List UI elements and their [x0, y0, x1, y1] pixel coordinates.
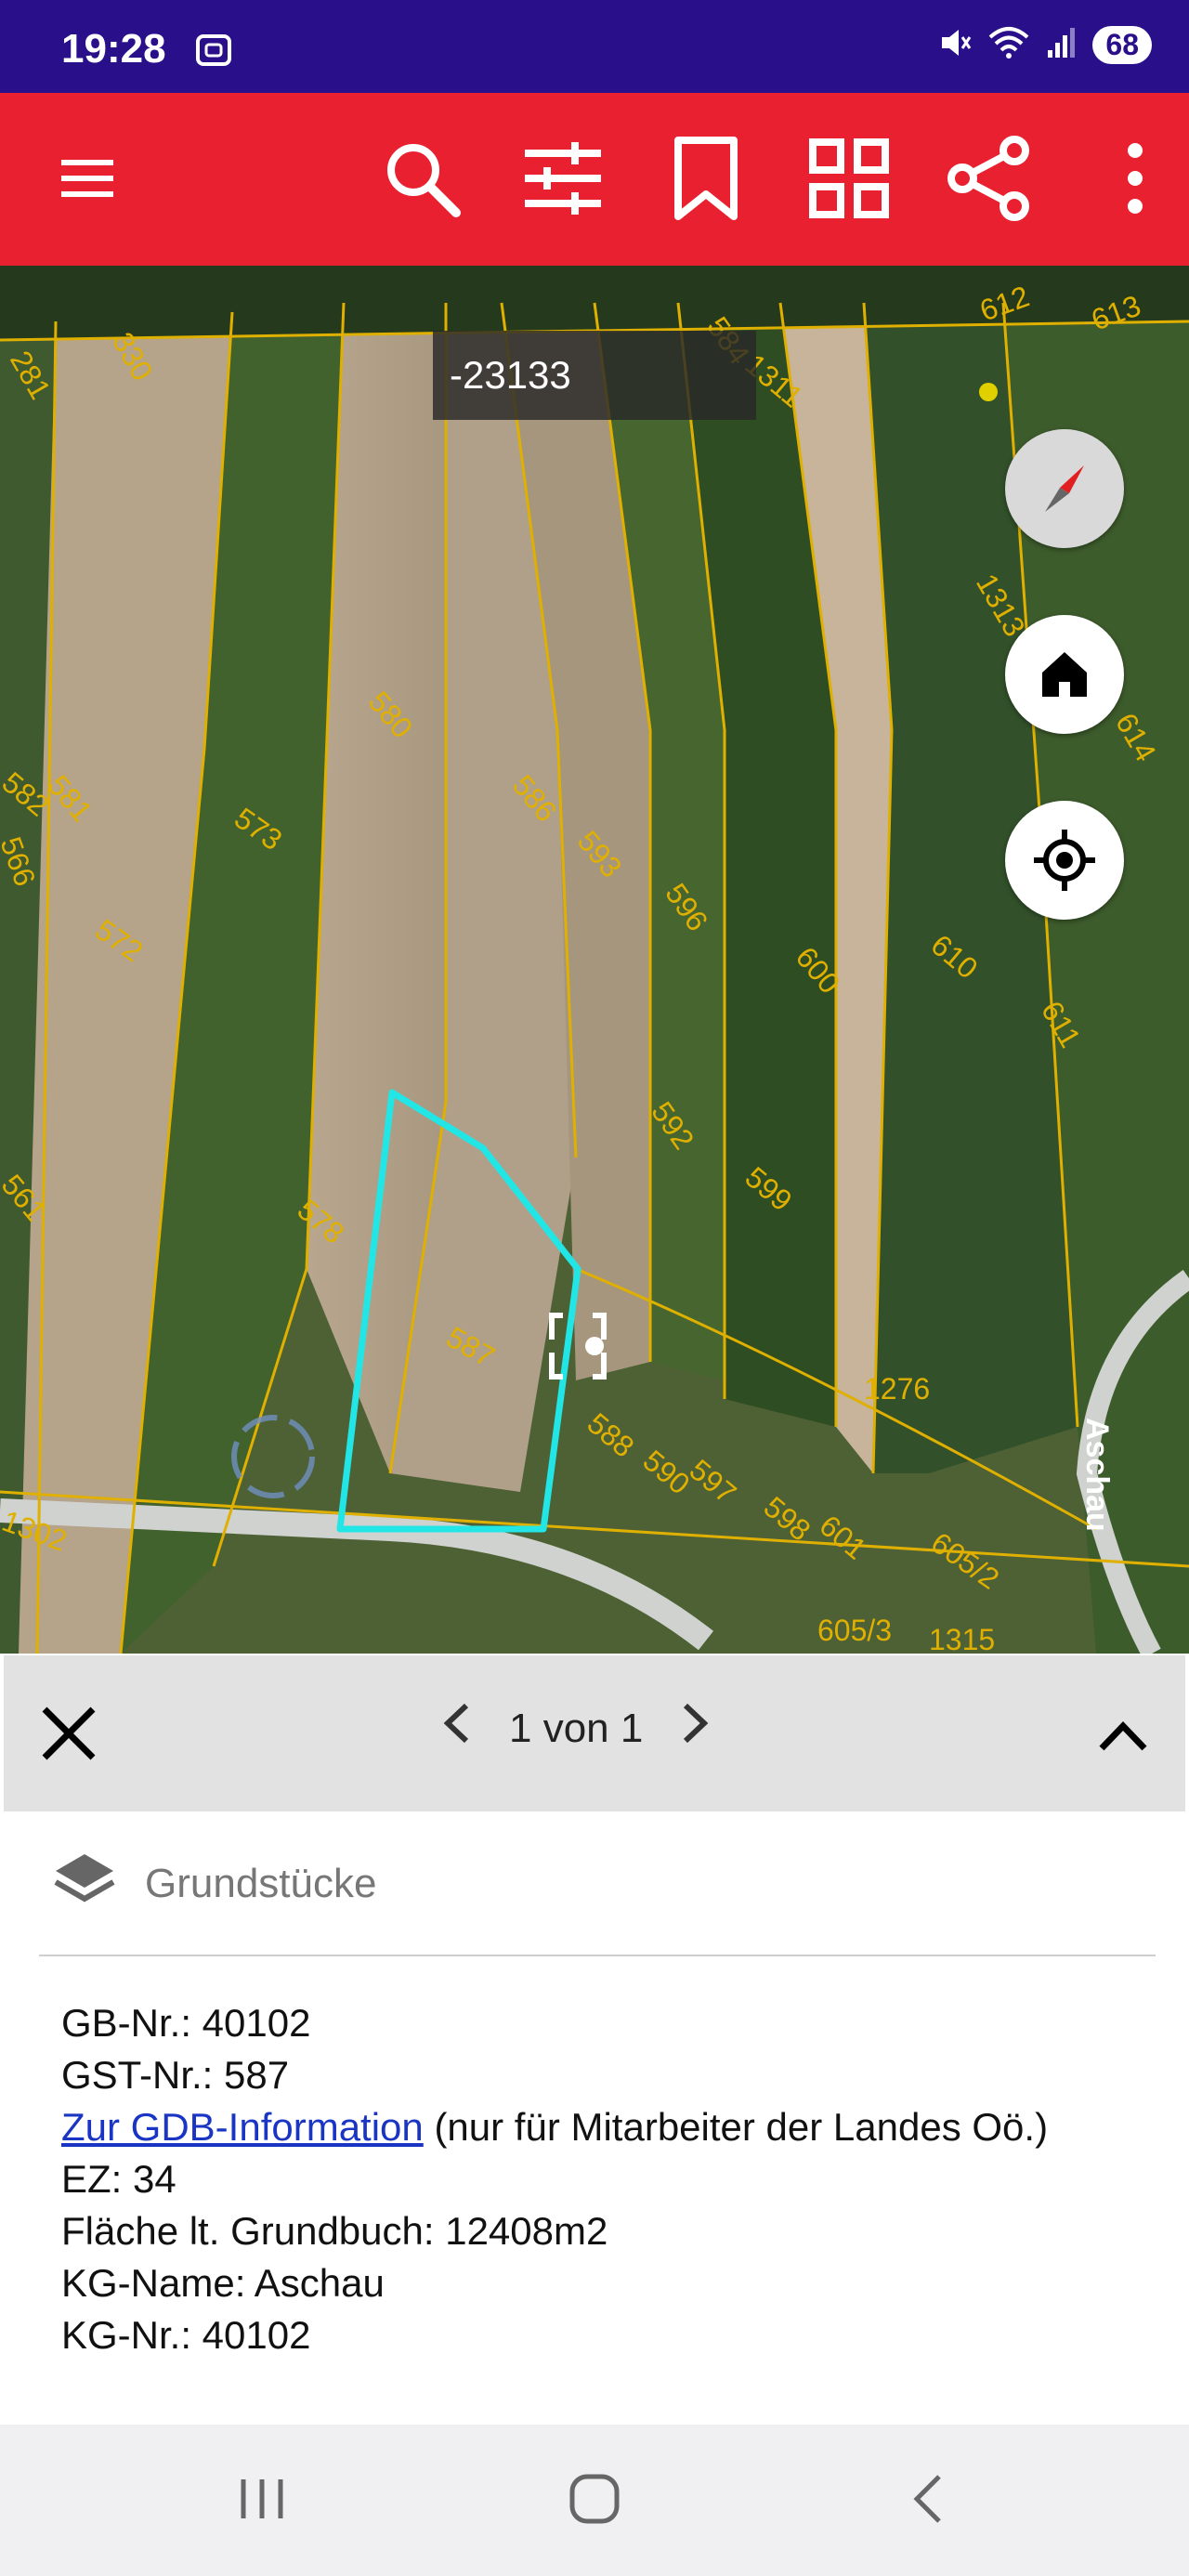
more-vertical-icon[interactable] — [1089, 132, 1182, 225]
parcel-info: GB-Nr.: 40102 GST-Nr.: 587 Zur GDB-Infor… — [61, 1997, 1130, 2361]
expand-chevron-up-icon[interactable] — [1091, 1707, 1156, 1763]
info-panel-body: Grundstücke GB-Nr.: 40102 GST-Nr.: 587 Z… — [4, 1811, 1185, 2425]
my-location-button[interactable] — [1005, 801, 1124, 920]
marker-dot — [979, 383, 998, 401]
bookmark-icon[interactable] — [660, 132, 752, 225]
filter-icon[interactable] — [516, 132, 609, 225]
map-view[interactable]: 281 330 573 572 580 586 593 596 600 610 611 614 1313… — [0, 266, 1189, 1654]
parcel-label: 1315 — [929, 1623, 995, 1654]
gdb-info-line: Zur GDB-Information (nur für Mitarbeiter… — [61, 2101, 1130, 2153]
gdb-info-link[interactable]: Zur GDB-Information — [61, 2105, 424, 2149]
home-icon — [1042, 652, 1087, 697]
gst-nr: GST-Nr.: 587 — [61, 2053, 290, 2097]
app-toolbar — [0, 93, 1189, 266]
signal-icon — [1046, 26, 1076, 64]
next-icon[interactable] — [680, 1700, 712, 1757]
recent-apps-icon[interactable] — [206, 2462, 318, 2536]
home-nav-icon[interactable] — [539, 2462, 650, 2536]
mute-icon — [938, 26, 972, 64]
street-label: Aschau — [1079, 1418, 1115, 1532]
home-button[interactable] — [1005, 615, 1124, 734]
compass-button[interactable] — [1005, 429, 1124, 548]
back-icon[interactable] — [873, 2462, 985, 2536]
menu-icon[interactable] — [41, 132, 134, 225]
system-nav-bar — [0, 2425, 1189, 2576]
parcel-label: 1276 — [864, 1372, 930, 1406]
share-icon[interactable] — [942, 132, 1035, 225]
pager-text: 1 von 1 — [509, 1705, 644, 1751]
screenshot-icon — [195, 33, 232, 72]
layers-icon — [52, 1849, 117, 1918]
layer-label: Grundstücke — [145, 1860, 377, 1906]
parcel-label: 605/3 — [817, 1614, 892, 1647]
compass-icon — [1045, 465, 1084, 512]
wifi-icon — [988, 26, 1029, 64]
coordinate-readout: -23133 — [433, 331, 756, 420]
gps-target-icon — [1034, 830, 1095, 891]
previous-icon[interactable] — [440, 1700, 472, 1757]
flaeche: Fläche lt. Grundbuch: 12408m2 — [61, 2209, 608, 2253]
kg-name: KG-Name: Aschau — [61, 2261, 385, 2305]
ez: EZ: 34 — [61, 2157, 176, 2201]
battery-indicator: 68 — [1092, 26, 1152, 64]
status-bar: 19:28 68 — [0, 0, 1189, 93]
search-icon[interactable] — [375, 132, 468, 225]
layer-row: Grundstücke — [52, 1849, 376, 1918]
result-pager: 1 von 1 — [440, 1700, 712, 1757]
close-icon[interactable] — [32, 1696, 106, 1771]
kg-nr: KG-Nr.: 40102 — [61, 2313, 311, 2357]
gdb-info-note: (nur für Mitarbeiter der Landes Oö.) — [423, 2105, 1049, 2149]
info-panel-header: 1 von 1 — [4, 1655, 1185, 1811]
divider — [39, 1955, 1156, 1956]
clock: 19:28 — [61, 26, 166, 72]
gb-nr: GB-Nr.: 40102 — [61, 2001, 311, 2045]
grid-icon[interactable] — [803, 132, 895, 225]
